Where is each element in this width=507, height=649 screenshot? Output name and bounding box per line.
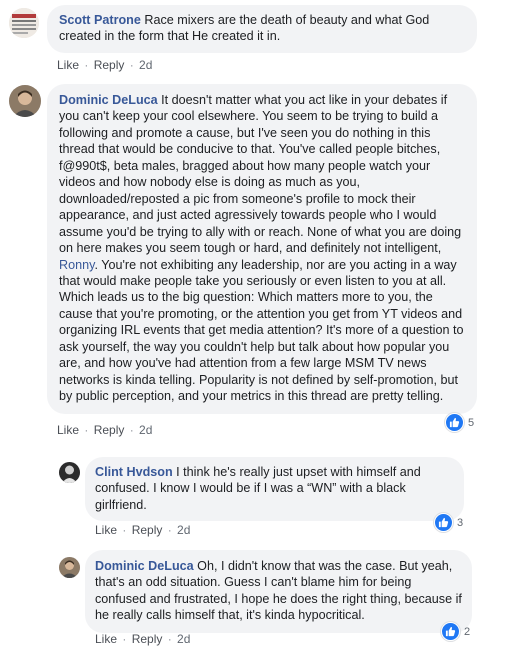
timestamp[interactable]: 2d	[139, 423, 152, 437]
reply-link[interactable]: Reply	[94, 423, 125, 437]
profile-photo-icon	[9, 85, 41, 117]
reaction-count: 2	[464, 625, 471, 638]
reaction-summary[interactable]: 2	[441, 622, 470, 641]
author-name[interactable]: Dominic DeLuca	[59, 93, 158, 107]
mention-link[interactable]: Ronny	[59, 258, 94, 272]
avatar[interactable]	[9, 85, 41, 117]
reply-bubble: Dominic DeLuca Oh, I didn't know that wa…	[85, 550, 472, 633]
author-name[interactable]: Clint Hvdson	[95, 465, 173, 479]
avatar[interactable]	[59, 557, 80, 578]
timestamp[interactable]: 2d	[177, 632, 190, 646]
reply-link[interactable]: Reply	[132, 632, 163, 646]
reaction-count: 3	[457, 516, 464, 529]
author-name[interactable]: Scott Patrone	[59, 13, 141, 27]
profile-photo-icon	[9, 8, 39, 38]
like-reaction-icon	[445, 413, 464, 432]
like-reaction-icon	[441, 622, 460, 641]
reaction-count: 5	[468, 416, 475, 429]
reply-actions: Like · Reply · 2d	[95, 632, 191, 646]
timestamp[interactable]: 2d	[139, 58, 152, 72]
like-link[interactable]: Like	[57, 58, 79, 72]
profile-photo-icon	[59, 462, 80, 483]
like-link[interactable]: Like	[57, 423, 79, 437]
timestamp[interactable]: 2d	[177, 523, 190, 537]
like-link[interactable]: Like	[95, 523, 117, 537]
reply-link[interactable]: Reply	[94, 58, 125, 72]
comment-text: It doesn't matter what you act like in y…	[59, 93, 462, 256]
like-reaction-icon	[434, 513, 453, 532]
comment-bubble: Scott Patrone Race mixers are the death …	[47, 5, 477, 53]
author-name[interactable]: Dominic DeLuca	[95, 559, 194, 573]
reaction-summary[interactable]: 5	[445, 413, 474, 432]
comment-text-continued: . You're not exhibiting any leadership, …	[59, 257, 464, 404]
avatar[interactable]	[59, 462, 80, 483]
avatar[interactable]	[9, 8, 39, 38]
reply-actions: Like · Reply · 2d	[95, 523, 191, 537]
profile-photo-icon	[59, 557, 80, 578]
comment-bubble: Dominic DeLuca It doesn't matter what yo…	[47, 84, 477, 414]
comment-actions: Like · Reply · 2d	[57, 423, 153, 437]
reply-bubble: Clint Hvdson I think he's really just up…	[85, 457, 464, 522]
comment-actions: Like · Reply · 2d	[57, 58, 153, 72]
like-link[interactable]: Like	[95, 632, 117, 646]
reaction-summary[interactable]: 3	[434, 513, 463, 532]
reply-link[interactable]: Reply	[132, 523, 163, 537]
